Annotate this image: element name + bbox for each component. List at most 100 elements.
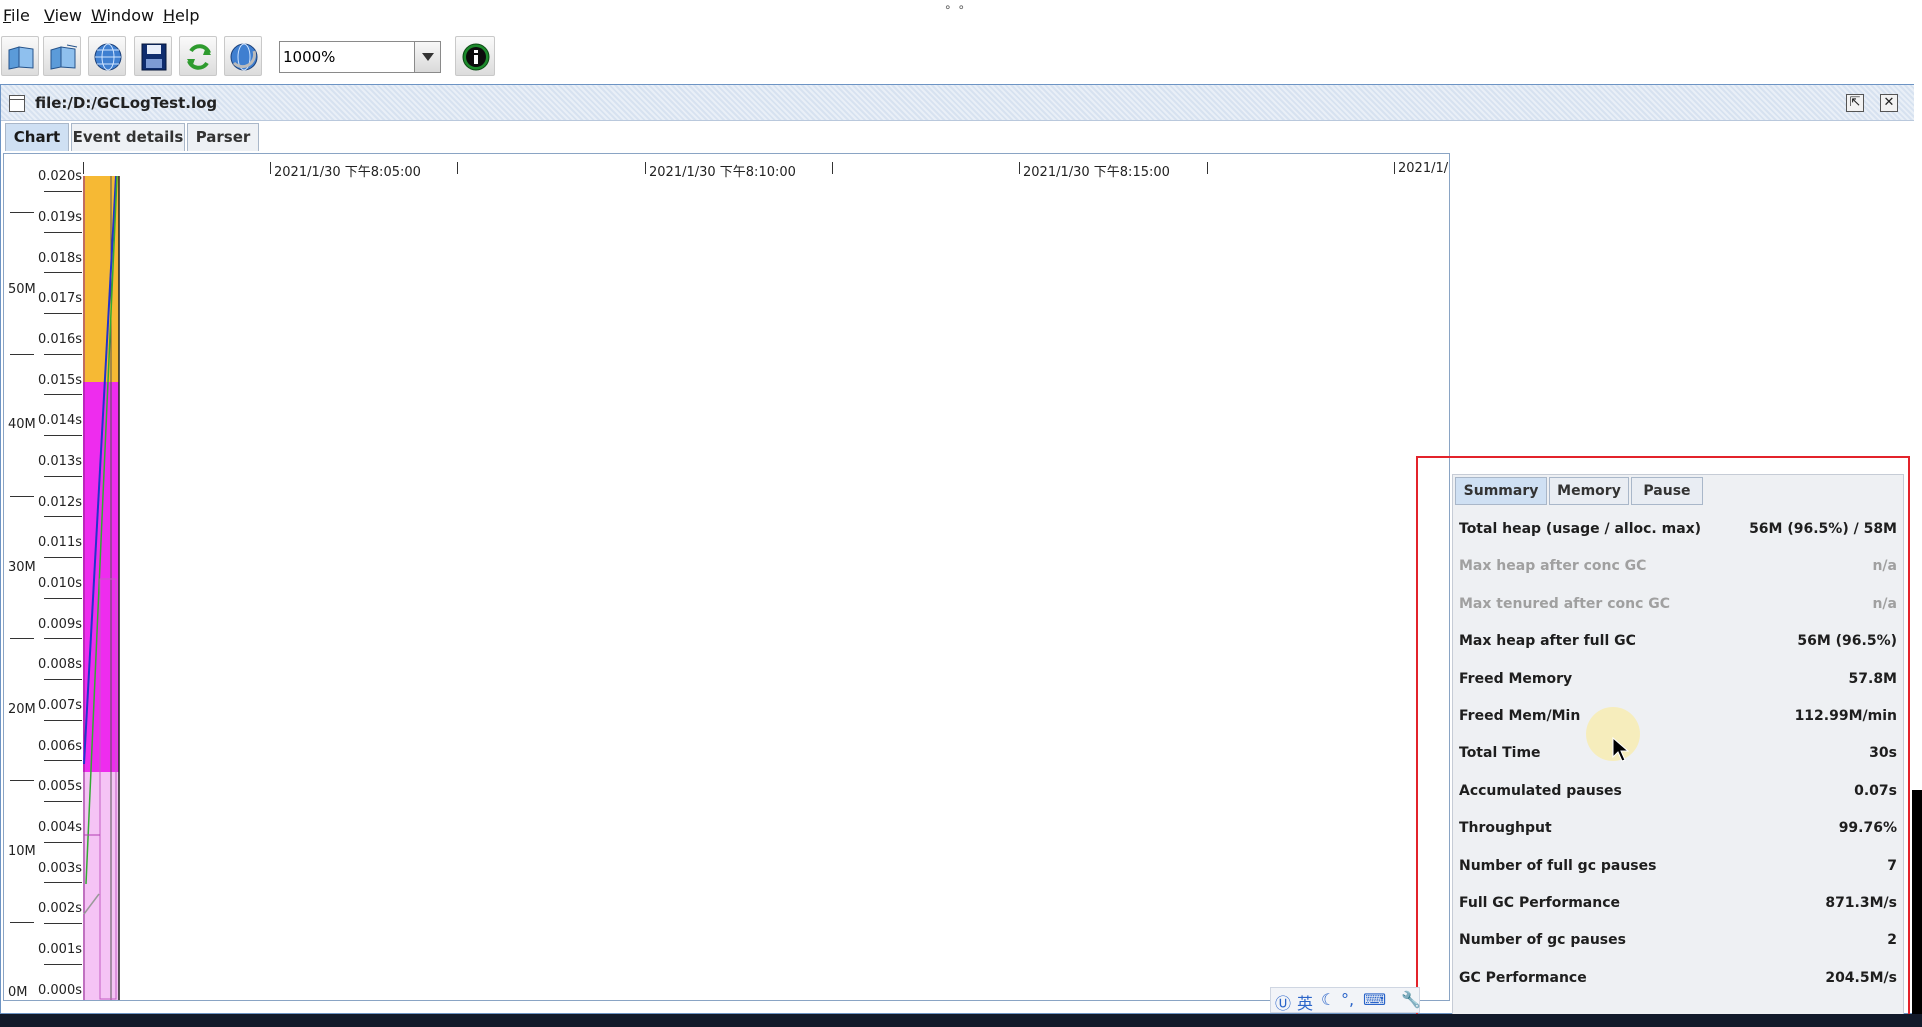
gcviewer-window: File View Window Help ∘∘ 1000% file:/D:/… [0, 0, 1922, 1027]
pause-tick [44, 476, 82, 477]
menu-file-rest: ile [11, 6, 30, 25]
close-icon[interactable]: ✕ [1880, 94, 1898, 112]
summary-row-label: Freed Mem/Min [1459, 708, 1581, 724]
pause-tick [44, 964, 82, 965]
pause-tick [44, 191, 82, 192]
ime-toolbar[interactable]: Ⓤ 英 ☾ °, ⌨ 🔧 [1270, 987, 1421, 1013]
pause-axis-label: 0.004s [38, 820, 82, 835]
pause-tick [44, 272, 82, 273]
menu-help[interactable]: Help [163, 6, 199, 25]
summary-row: Total Time 30s [1457, 742, 1899, 766]
open-series-button[interactable] [43, 36, 81, 76]
open-url-button[interactable] [88, 36, 126, 76]
ime-logo-icon: Ⓤ [1275, 994, 1292, 1013]
heap-tick [10, 496, 34, 497]
summary-row-label: Throughput [1459, 820, 1552, 836]
menu-window-rest: indow [106, 6, 155, 25]
pause-axis-label: 0.015s [38, 373, 82, 388]
summary-panel: Summary Memory Pause Total heap (usage /… [1452, 474, 1904, 1019]
heap-tick [10, 212, 34, 213]
menu-view-rest: iew [54, 6, 82, 25]
pause-axis-label: 0.007s [38, 698, 82, 713]
pause-tick [44, 232, 82, 233]
info-icon [462, 43, 490, 71]
pause-axis-label: 0.006s [38, 739, 82, 754]
menu-file-accel: F [3, 6, 12, 25]
menu-help-rest: elp [175, 6, 200, 25]
window-edge-dark [1912, 790, 1922, 1014]
chart-lines [83, 175, 120, 1000]
info-button[interactable] [455, 36, 495, 76]
summary-row-value: 7 [1887, 858, 1897, 874]
menu-view-accel: V [44, 6, 55, 25]
tab-parser[interactable]: Parser [187, 123, 259, 151]
refresh-icon [187, 44, 211, 70]
pause-tick [44, 354, 82, 355]
pause-axis-label: 0.009s [38, 617, 82, 632]
tab-pause[interactable]: Pause [1631, 477, 1703, 505]
summary-row-label: Total heap (usage / alloc. max) [1459, 521, 1702, 537]
frame-title-bar: file:/D:/GCLogTest.log ⇱ ✕ [1, 85, 1914, 121]
summary-row-value: 871.3M/s [1825, 895, 1897, 911]
tab-summary[interactable]: Summary [1455, 477, 1547, 505]
pause-tick [44, 313, 82, 314]
zoom-dropdown-button[interactable] [414, 42, 440, 72]
summary-row-value: 0.07s [1854, 783, 1897, 799]
gc-chart[interactable]: 2021/1/30 下午8:05:00 2021/1/30 下午8:10:00 … [3, 153, 1450, 1001]
summary-row-label: Number of gc pauses [1459, 932, 1626, 948]
pause-tick [44, 598, 82, 599]
punctuation-icon: °, [1341, 990, 1355, 1009]
pause-axis-label: 0.013s [38, 454, 82, 469]
refresh-button[interactable] [179, 36, 217, 76]
summary-row-label: Max heap after conc GC [1459, 558, 1647, 574]
open-series-icon [50, 44, 78, 70]
tab-memory[interactable]: Memory [1549, 477, 1629, 505]
menu-bar: File View Window Help ∘∘ [0, 0, 1922, 32]
open-file-button[interactable] [1, 36, 39, 76]
summary-row-label: Total Time [1459, 745, 1541, 761]
menu-file[interactable]: File [3, 6, 30, 25]
pause-tick [44, 842, 82, 843]
pause-tick [44, 720, 82, 721]
heap-tick [10, 780, 34, 781]
pause-tick [44, 923, 82, 924]
menu-view[interactable]: View [44, 6, 82, 25]
menu-window-accel: W [91, 6, 107, 25]
pause-tick [44, 638, 82, 639]
pause-tick [44, 557, 82, 558]
moon-icon: ☾ [1321, 990, 1336, 1009]
zoom-select[interactable]: 1000% [279, 41, 441, 73]
pause-axis-label: 0.000s [38, 983, 82, 998]
summary-row: Max tenured after conc GC n/a [1457, 593, 1899, 617]
tab-event-details[interactable]: Event details [71, 123, 185, 151]
wrench-icon: 🔧 [1401, 990, 1421, 1009]
heap-axis-label: 40M [8, 417, 36, 432]
heap-tick [10, 922, 34, 923]
summary-row: Number of gc pauses 2 [1457, 929, 1899, 953]
summary-row-value: 99.76% [1838, 820, 1897, 836]
zoom-value: 1000% [283, 48, 336, 66]
summary-row-label: Accumulated pauses [1459, 783, 1622, 799]
pause-tick [44, 882, 82, 883]
heap-axis-label: 50M [8, 282, 36, 297]
pause-axis-label: 0.019s [38, 210, 82, 225]
summary-row-value: 2 [1887, 932, 1897, 948]
summary-row: Freed Memory 57.8M [1457, 668, 1899, 692]
watch-button[interactable] [224, 36, 262, 76]
summary-row: Total heap (usage / alloc. max) 56M (96.5… [1457, 518, 1899, 542]
chevron-down-icon [422, 53, 434, 61]
save-button[interactable] [134, 36, 172, 76]
summary-row-value: 56M (96.5%) [1797, 633, 1897, 649]
summary-row: Max heap after full GC 56M (96.5%) [1457, 630, 1899, 654]
summary-row-value: 112.99M/min [1794, 708, 1897, 724]
taskbar [0, 1014, 1922, 1027]
summary-row: Freed Mem/Min 112.99M/min [1457, 705, 1899, 729]
summary-row-value: 204.5M/s [1825, 970, 1897, 986]
menu-window[interactable]: Window [91, 6, 154, 25]
pause-axis-label: 0.010s [38, 576, 82, 591]
summary-row-label: Number of full gc pauses [1459, 858, 1657, 874]
mouse-cursor-icon [1612, 737, 1630, 762]
tab-chart[interactable]: Chart [5, 123, 69, 151]
restore-icon[interactable]: ⇱ [1846, 94, 1864, 112]
pause-axis-label: 0.001s [38, 942, 82, 957]
